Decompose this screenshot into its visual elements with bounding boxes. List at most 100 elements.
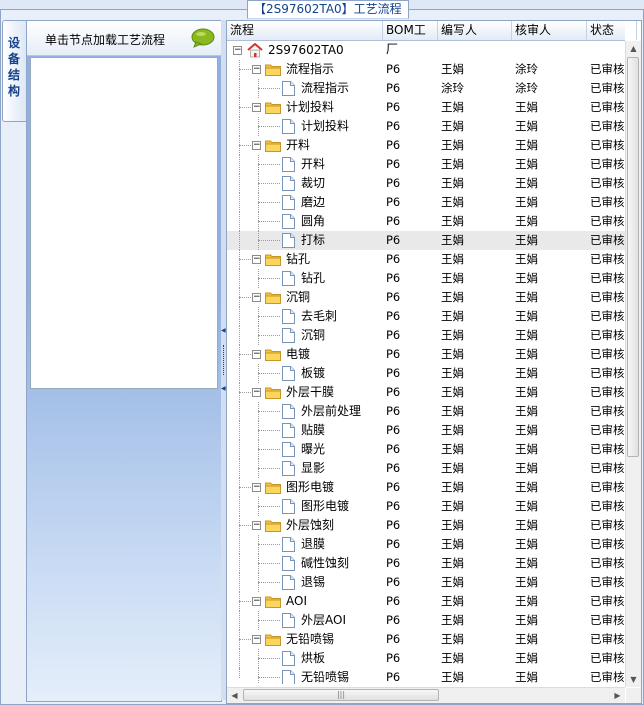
tree-node-label[interactable]: 无铅喷锡 xyxy=(286,630,334,649)
tree-node-label[interactable]: 打标 xyxy=(301,231,325,250)
table-row[interactable]: 沉铜 P6 王娟 王娟 已审核 xyxy=(227,326,625,345)
column-header-writer[interactable]: 编写人 xyxy=(438,21,512,40)
tree-node-label[interactable]: 图形电镀 xyxy=(301,497,349,516)
table-row[interactable]: 开料 P6 王娟 王娟 已审核 xyxy=(227,155,625,174)
vertical-scrollbar[interactable]: ▲ ▼ xyxy=(625,41,641,687)
cell-bom-factory: P6 xyxy=(386,81,401,95)
table-row[interactable]: − 计划投料 P6 王娟 王娟 已审核 xyxy=(227,98,625,117)
tree-node-label[interactable]: 退膜 xyxy=(301,535,325,554)
table-row[interactable]: − 2S97602TA0 xyxy=(227,41,625,60)
tree-node-label[interactable]: 流程指示 xyxy=(286,60,334,79)
tree-node-label[interactable]: 图形电镀 xyxy=(286,478,334,497)
table-row[interactable]: − 钻孔 P6 王娟 王娟 已审核 xyxy=(227,250,625,269)
horizontal-scrollbar[interactable]: ◀ ||| ▶ xyxy=(227,687,625,703)
table-row[interactable]: 去毛刺 P6 王娟 王娟 已审核 xyxy=(227,307,625,326)
tree-node-label[interactable]: 无铅喷锡 xyxy=(301,668,349,684)
minus-box-icon[interactable]: − xyxy=(252,65,261,74)
minus-box-icon[interactable]: − xyxy=(233,46,242,55)
table-row[interactable]: 曝光 P6 王娟 王娟 已审核 xyxy=(227,440,625,459)
tree-node-label[interactable]: 显影 xyxy=(301,459,325,478)
tree-node-label[interactable]: 去毛刺 xyxy=(301,307,337,326)
tree-node-label[interactable]: 钻孔 xyxy=(301,269,325,288)
table-row[interactable]: − 电镀 P6 王娟 王娟 已审核 xyxy=(227,345,625,364)
document-icon xyxy=(282,461,295,476)
table-row[interactable]: 计划投料 P6 王娟 王娟 已审核 xyxy=(227,117,625,136)
scroll-right-icon[interactable]: ▶ xyxy=(610,688,625,703)
column-header-reviewer[interactable]: 核审人 xyxy=(512,21,587,40)
table-row[interactable]: 磨边 P6 王娟 王娟 已审核 xyxy=(227,193,625,212)
tree-node-label[interactable]: 开料 xyxy=(301,155,325,174)
minus-box-icon[interactable]: − xyxy=(252,483,261,492)
minus-box-icon[interactable]: − xyxy=(252,388,261,397)
table-row[interactable]: − 开料 P6 王娟 王娟 已审核 xyxy=(227,136,625,155)
column-header-bom-factory[interactable]: BOM工厂 xyxy=(383,21,438,56)
table-row[interactable]: − AOI P6 王娟 王娟 已审核 xyxy=(227,592,625,611)
tree-node-label[interactable]: 磨边 xyxy=(301,193,325,212)
table-row[interactable]: 图形电镀 P6 王娟 王娟 已审核 xyxy=(227,497,625,516)
tree-connector xyxy=(239,364,240,383)
splitter-grip[interactable] xyxy=(223,345,224,375)
tree-node-label[interactable]: 外层蚀刻 xyxy=(286,516,334,535)
table-row[interactable]: − 无铅喷锡 P6 王娟 王娟 已审核 xyxy=(227,630,625,649)
table-row[interactable]: 流程指示 P6 涂玲 涂玲 已审核 xyxy=(227,79,625,98)
scroll-left-icon[interactable]: ◀ xyxy=(227,688,242,703)
table-row[interactable]: − 外层干膜 P6 王娟 王娟 已审核 xyxy=(227,383,625,402)
table-row[interactable]: 外层前处理 P6 王娟 王娟 已审核 xyxy=(227,402,625,421)
scroll-up-icon[interactable]: ▲ xyxy=(626,41,641,56)
minus-box-icon[interactable]: − xyxy=(252,103,261,112)
table-row[interactable]: 碱性蚀刻 P6 王娟 王娟 已审核 xyxy=(227,554,625,573)
table-row[interactable]: 裁切 P6 王娟 王娟 已审核 xyxy=(227,174,625,193)
tree-node-label[interactable]: 裁切 xyxy=(301,174,325,193)
tree-node-label[interactable]: 2S97602TA0 xyxy=(268,41,344,60)
table-row[interactable]: 无铅喷锡 P6 王娟 王娟 已审核 xyxy=(227,668,625,684)
tree-node-label[interactable]: 曝光 xyxy=(301,440,325,459)
minus-box-icon[interactable]: − xyxy=(252,255,261,264)
minus-box-icon[interactable]: − xyxy=(252,597,261,606)
minus-box-icon[interactable]: − xyxy=(252,635,261,644)
tab-equipment-structure[interactable]: 设备结构 xyxy=(2,20,27,122)
table-row[interactable]: 打标 P6 王娟 王娟 已审核 xyxy=(227,231,625,250)
tree-node-label[interactable]: 板镀 xyxy=(301,364,325,383)
table-row[interactable]: 钻孔 P6 王娟 王娟 已审核 xyxy=(227,269,625,288)
minus-box-icon[interactable]: − xyxy=(252,350,261,359)
column-header-status[interactable]: 状态 xyxy=(587,21,637,40)
speech-bubble-icon[interactable] xyxy=(191,28,215,48)
minus-box-icon[interactable]: − xyxy=(252,521,261,530)
minus-box-icon[interactable]: − xyxy=(252,293,261,302)
tree-node-label[interactable]: 钻孔 xyxy=(286,250,310,269)
table-row[interactable]: 贴膜 P6 王娟 王娟 已审核 xyxy=(227,421,625,440)
tree-node-label[interactable]: 外层前处理 xyxy=(301,402,361,421)
tree-node-label[interactable]: 沉铜 xyxy=(301,326,325,345)
tree-node-label[interactable]: 外层干膜 xyxy=(286,383,334,402)
table-row[interactable]: 显影 P6 王娟 王娟 已审核 xyxy=(227,459,625,478)
scroll-down-icon[interactable]: ▼ xyxy=(626,672,641,687)
tree-node-label[interactable]: 圆角 xyxy=(301,212,325,231)
table-row[interactable]: − 外层蚀刻 P6 王娟 王娟 已审核 xyxy=(227,516,625,535)
table-row[interactable]: 板镀 P6 王娟 王娟 已审核 xyxy=(227,364,625,383)
minus-box-icon[interactable]: − xyxy=(252,141,261,150)
table-row[interactable]: 外层AOI P6 王娟 王娟 已审核 xyxy=(227,611,625,630)
table-row[interactable]: 烘板 P6 王娟 王娟 已审核 xyxy=(227,649,625,668)
tree-node-label[interactable]: 计划投料 xyxy=(286,98,334,117)
tree-node-label[interactable]: 沉铜 xyxy=(286,288,310,307)
tree-node-label[interactable]: 贴膜 xyxy=(301,421,325,440)
tree-node-label[interactable]: 外层AOI xyxy=(301,611,346,630)
tree-node-label[interactable]: 碱性蚀刻 xyxy=(301,554,349,573)
tree-cell: 沉铜 xyxy=(227,326,383,345)
tree-node-label[interactable]: 烘板 xyxy=(301,649,325,668)
table-row[interactable]: 圆角 P6 王娟 王娟 已审核 xyxy=(227,212,625,231)
vertical-scroll-thumb[interactable] xyxy=(627,57,639,457)
tree-node-label[interactable]: 流程指示 xyxy=(301,79,349,98)
table-row[interactable]: − 流程指示 P6 王娟 涂玲 已审核 xyxy=(227,60,625,79)
tree-node-label[interactable]: 开料 xyxy=(286,136,310,155)
tree-node-label[interactable]: 电镀 xyxy=(286,345,310,364)
column-header-process[interactable]: 流程 xyxy=(227,21,383,40)
tree-node-label[interactable]: 退锡 xyxy=(301,573,325,592)
tree-node-label[interactable]: 计划投料 xyxy=(301,117,349,136)
table-row[interactable]: 退膜 P6 王娟 王娟 已审核 xyxy=(227,535,625,554)
table-row[interactable]: − 图形电镀 P6 王娟 王娟 已审核 xyxy=(227,478,625,497)
table-row[interactable]: 退锡 P6 王娟 王娟 已审核 xyxy=(227,573,625,592)
table-row[interactable]: − 沉铜 P6 王娟 王娟 已审核 xyxy=(227,288,625,307)
horizontal-scroll-thumb[interactable]: ||| xyxy=(243,689,439,701)
tree-node-label[interactable]: AOI xyxy=(286,592,307,611)
